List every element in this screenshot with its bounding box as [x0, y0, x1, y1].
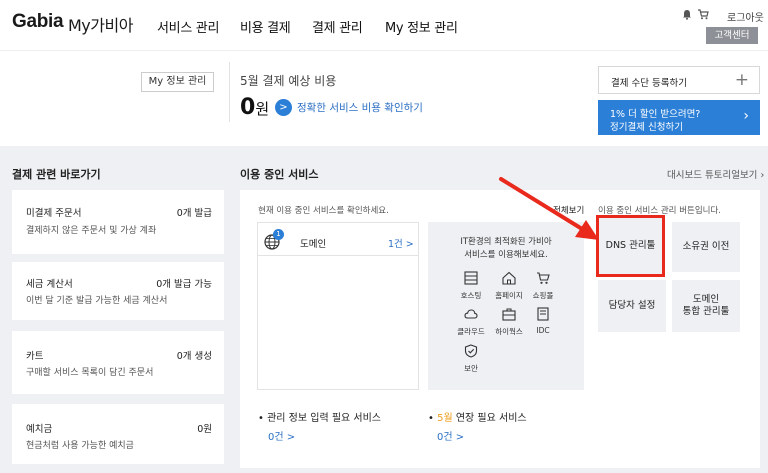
- bell-icon[interactable]: [682, 9, 692, 20]
- bill-title: 5월 결제 예상 비용: [240, 74, 337, 88]
- services-title: 이용 중인 서비스: [240, 168, 319, 181]
- domain-integrated-label-line-2: 통합 관리툴: [682, 306, 730, 317]
- security-label[interactable]: 보안: [451, 363, 491, 374]
- contact-settings-button[interactable]: 담당자 설정: [598, 280, 666, 332]
- plus-icon: +: [734, 70, 749, 90]
- card-value: 0원: [197, 424, 212, 435]
- menu-cost-payment[interactable]: 비용 결제: [240, 17, 291, 36]
- ownership-transfer-label: 소유권 이전: [682, 240, 730, 252]
- renew-needed-text: 연장 필요 서비스: [452, 413, 527, 424]
- menu-service-manage[interactable]: 서비스 관리: [157, 17, 219, 36]
- card-desc: 현금처럼 사용 가능한 예치금: [26, 441, 134, 451]
- card-desc: 이번 달 기준 발급 가능한 세금 계산서: [26, 296, 168, 306]
- domain-count-badge: 1: [273, 229, 284, 240]
- domain-integrated-label-line-1: 도메인: [692, 293, 720, 305]
- profile-area: [12, 58, 224, 128]
- domain-integrated-manager-button[interactable]: 도메인 통합 관리툴: [672, 280, 740, 332]
- gabia-logo[interactable]: Gabia: [12, 11, 64, 33]
- contact-settings-label: 담당자 설정: [608, 299, 656, 311]
- my-info-button[interactable]: My 정보 관리: [141, 72, 214, 92]
- card-title: 미결제 주문서: [26, 208, 82, 219]
- renew-needed-count-link[interactable]: 0건 >: [437, 428, 464, 443]
- bill-amount-value: 0: [240, 95, 256, 120]
- cloud-icon[interactable]: [464, 307, 478, 321]
- shopping-cart-icon[interactable]: [536, 271, 550, 285]
- info-needed-text: 관리 정보 입력 필요 서비스: [267, 413, 382, 424]
- tax-invoice-card[interactable]: 세금 계산서 0개 발급 가능 이번 달 기준 발급 가능한 세금 계산서: [12, 262, 224, 320]
- card-value: 0개 발급: [176, 208, 212, 219]
- homepage-icon[interactable]: [502, 271, 516, 285]
- chevron-right-icon[interactable]: >: [275, 99, 292, 116]
- bullet: •: [428, 413, 434, 424]
- register-payment-button[interactable]: 결제 수단 등록하기 +: [598, 66, 760, 94]
- annotation-arrow-icon: [499, 177, 599, 240]
- highlight-box: [596, 215, 665, 277]
- promo-line-2: 정기결제 신청하기: [610, 122, 683, 133]
- check-cost-link[interactable]: 정확한 서비스 비용 확인하기: [297, 100, 423, 115]
- cart-card[interactable]: 카트 0개 생성 구매할 서비스 목록이 담긴 주문서: [12, 331, 224, 394]
- cloud-label[interactable]: 클라우드: [451, 326, 491, 337]
- hosting-label[interactable]: 호스팅: [451, 290, 491, 301]
- unpaid-orders-card[interactable]: 미결제 주문서 0개 발급 결제하지 않은 주문서 및 가상 계좌: [12, 190, 224, 254]
- bill-amount-unit: 원: [255, 100, 270, 118]
- card-value: 0개 발급 가능: [156, 279, 212, 290]
- chevron-right-icon: ›: [743, 108, 749, 124]
- register-payment-label: 결제 수단 등록하기: [611, 78, 687, 89]
- logout-link[interactable]: 로그아웃: [727, 9, 764, 24]
- promo-line-1: 1% 더 할인 받으려면?: [610, 109, 701, 120]
- card-title: 세금 계산서: [26, 279, 73, 290]
- top-nav: Gabia My가비아 서비스 관리 비용 결제 결제 관리 My 정보 관리 …: [0, 0, 768, 50]
- security-shield-icon[interactable]: [464, 344, 478, 358]
- card-value: 0개 생성: [176, 351, 212, 362]
- bill-amount: 0원: [240, 95, 269, 120]
- hosting-icon[interactable]: [464, 271, 478, 285]
- domain-count-link[interactable]: 1건 >: [388, 236, 414, 250]
- card-title: 예치금: [26, 424, 53, 435]
- hiworks-icon[interactable]: [502, 307, 516, 321]
- tutorial-link[interactable]: 대시보드 튜토리얼보기 ›: [667, 167, 764, 181]
- menu-my-info[interactable]: My 정보 관리: [385, 17, 458, 36]
- shopping-mall-label[interactable]: 쇼핑몰: [523, 290, 563, 301]
- customer-center-button[interactable]: 고객센터: [706, 27, 758, 44]
- ownership-transfer-button[interactable]: 소유권 이전: [672, 222, 740, 272]
- info-needed-label: • 관리 정보 입력 필요 서비스: [258, 409, 381, 424]
- promo-text-line-2: 서비스를 이용해보세요.: [464, 249, 548, 260]
- bullet: •: [258, 413, 264, 424]
- deposit-card[interactable]: 예치금 0원 현금처럼 사용 가능한 예치금: [12, 404, 224, 464]
- cart-icon[interactable]: [697, 9, 709, 20]
- idc-server-icon[interactable]: [536, 307, 550, 321]
- menu-payment-manage[interactable]: 결제 관리: [312, 17, 363, 36]
- shortcuts-title: 결제 관련 바로가기: [12, 168, 101, 181]
- services-hint: 현재 이용 중인 서비스를 확인하세요.: [258, 206, 389, 216]
- domain-label: 도메인: [300, 239, 327, 250]
- info-needed-count-link[interactable]: 0건 >: [268, 428, 295, 443]
- idc-label[interactable]: IDC: [523, 326, 563, 335]
- card-title: 카트: [26, 351, 44, 362]
- card-desc: 구매할 서비스 목록이 담긴 주문서: [26, 368, 154, 378]
- summary-divider: [229, 62, 230, 122]
- card-desc: 결제하지 않은 주문서 및 가상 계좌: [26, 226, 157, 236]
- renew-month: 5월: [437, 413, 453, 424]
- auto-payment-promo-button[interactable]: 1% 더 할인 받으려면? 정기결제 신청하기 ›: [598, 100, 760, 135]
- renew-needed-label: • 5월 연장 필요 서비스: [428, 409, 527, 424]
- my-gabia-title[interactable]: My가비아: [68, 12, 133, 36]
